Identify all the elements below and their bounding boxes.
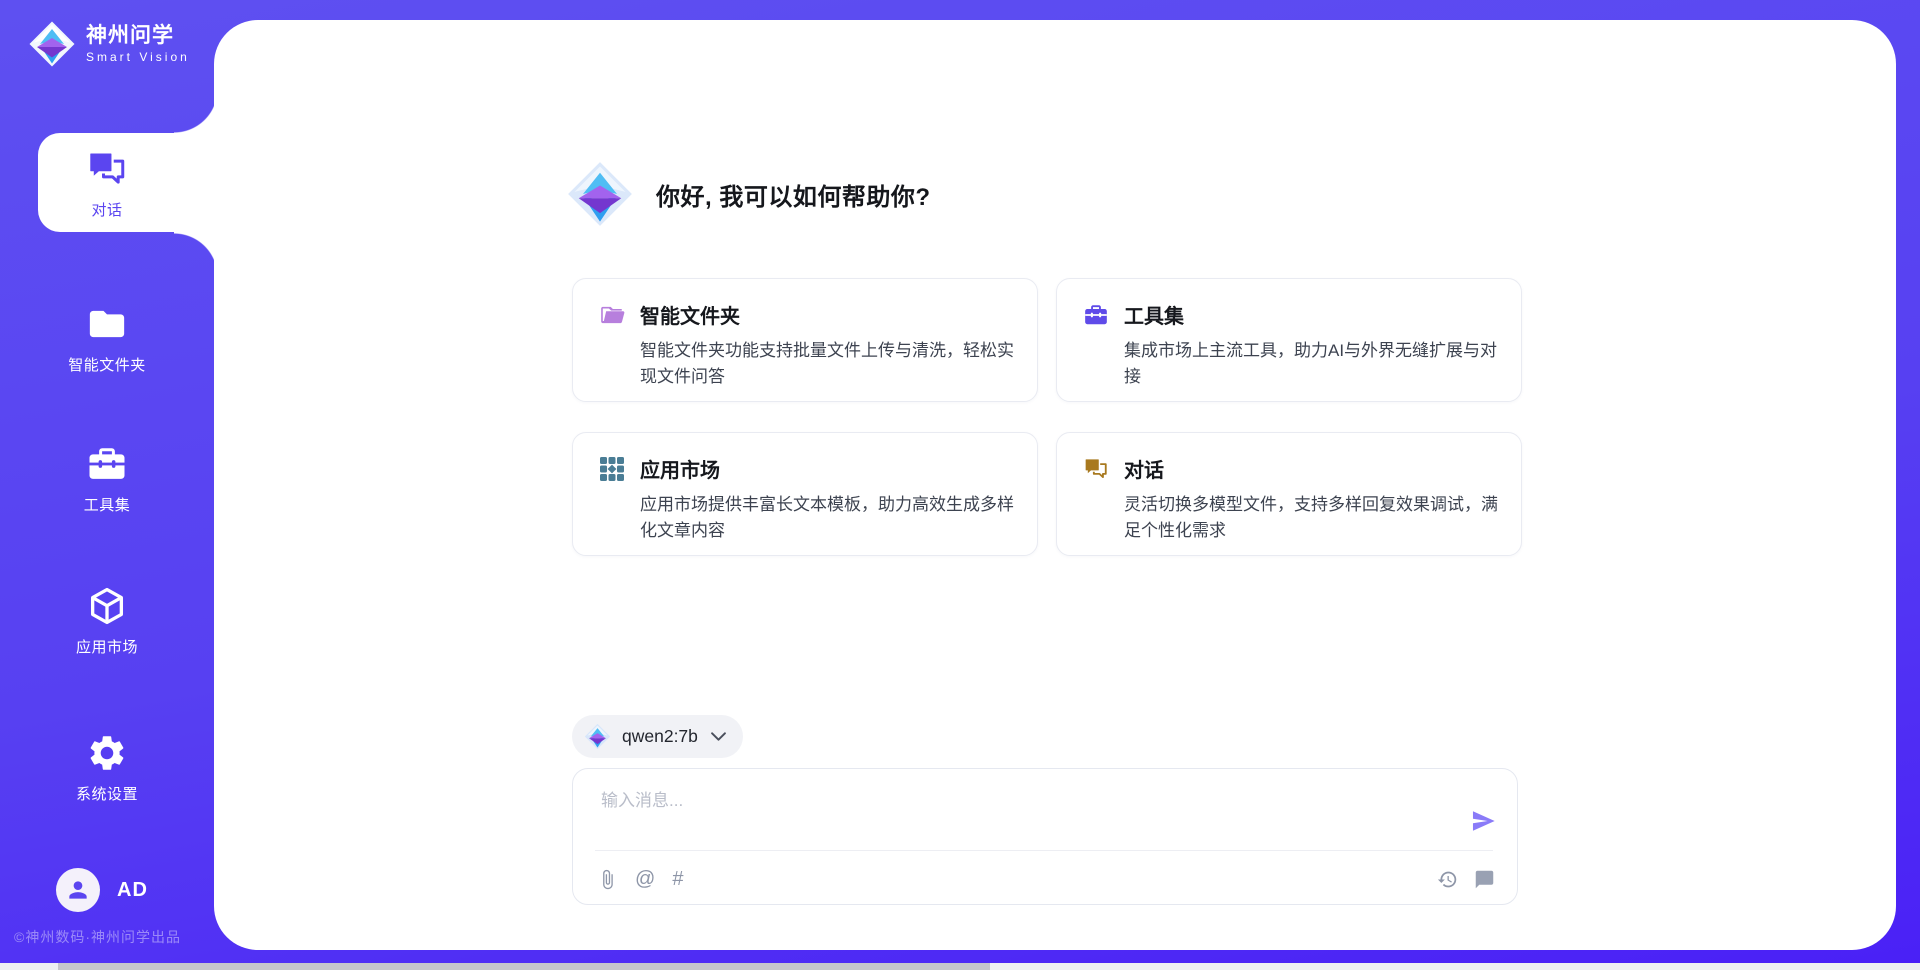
user-name: AD [117, 879, 148, 902]
composer: @ # [572, 768, 1518, 905]
card-toolset[interactable]: 工具集 集成市场上主流工具，助力AI与外界无缝扩展与对接 [1056, 278, 1522, 402]
briefcase-icon [86, 443, 128, 485]
sidebar-item-settings[interactable]: 系统设置 [0, 732, 214, 804]
person-icon [65, 877, 91, 903]
paperclip-icon[interactable] [597, 869, 618, 890]
sidebar-item-label: 对话 [91, 199, 122, 220]
model-value: qwen2:7b [622, 726, 698, 747]
folder-icon [599, 302, 625, 328]
brand-subtitle: Smart Vision [86, 50, 190, 64]
sidebar-item-toolset[interactable]: 工具集 [0, 443, 214, 515]
card-desc: 灵活切换多模型文件，支持多样回复效果调试，满足个性化需求 [1124, 492, 1502, 543]
send-icon [1469, 807, 1497, 835]
avatar [56, 868, 100, 912]
cube-icon [86, 585, 128, 627]
chat-bubbles-icon [86, 148, 128, 190]
card-desc: 集成市场上主流工具，助力AI与外界无缝扩展与对接 [1124, 338, 1502, 389]
card-title: 智能文件夹 [640, 300, 740, 329]
card-app-market[interactable]: 应用市场 应用市场提供丰富长文本模板，助力高效生成多样化文章内容 [572, 432, 1038, 556]
sidebar: 神州问学 Smart Vision 对话 智能文件夹 [0, 0, 214, 970]
gear-icon [86, 732, 128, 774]
brand-diamond-icon [584, 723, 611, 750]
send-button[interactable] [1469, 807, 1497, 835]
folder-icon [86, 303, 128, 345]
copyright-text: ©神州数码·神州问学出品 [14, 927, 181, 947]
app-root: 你好, 我可以如何帮助你? 智能文件夹 智能文件夹功能支持批量文件上传与清洗，轻… [0, 0, 1920, 970]
brand-logo: 神州问学 Smart Vision [28, 20, 190, 68]
horizontal-scrollbar-thumb[interactable] [58, 963, 990, 970]
briefcase-icon [1083, 302, 1109, 328]
sidebar-item-label: 应用市场 [76, 636, 138, 657]
app-grid-icon [599, 456, 625, 482]
greeting-title: 你好, 我可以如何帮助你? [656, 177, 931, 212]
message-input[interactable] [599, 784, 1443, 846]
card-desc: 智能文件夹功能支持批量文件上传与清洗，轻松实现文件问答 [640, 338, 1018, 389]
chevron-down-icon [711, 732, 726, 741]
card-title: 对话 [1124, 454, 1164, 483]
message-icon[interactable] [1474, 869, 1495, 890]
sidebar-item-smart-folder[interactable]: 智能文件夹 [0, 303, 214, 375]
sidebar-item-chat[interactable]: 对话 [0, 148, 214, 220]
sidebar-item-label: 工具集 [84, 494, 131, 515]
feature-cards: 智能文件夹 智能文件夹功能支持批量文件上传与清洗，轻松实现文件问答 工具集 集成… [572, 278, 1522, 556]
card-chat[interactable]: 对话 灵活切换多模型文件，支持多样回复效果调试，满足个性化需求 [1056, 432, 1522, 556]
brand-diamond-icon [28, 20, 76, 68]
model-selector[interactable]: qwen2:7b [572, 715, 743, 758]
sidebar-item-label: 系统设置 [76, 783, 138, 804]
card-smart-folder[interactable]: 智能文件夹 智能文件夹功能支持批量文件上传与清洗，轻松实现文件问答 [572, 278, 1038, 402]
card-desc: 应用市场提供丰富长文本模板，助力高效生成多样化文章内容 [640, 492, 1018, 543]
card-title: 应用市场 [640, 454, 720, 483]
main-surface: 你好, 我可以如何帮助你? 智能文件夹 智能文件夹功能支持批量文件上传与清洗，轻… [214, 20, 1896, 950]
sidebar-item-label: 智能文件夹 [68, 354, 146, 375]
horizontal-scrollbar [0, 963, 1920, 970]
composer-divider [595, 850, 1493, 851]
composer-toolbar: @ # [597, 864, 1495, 894]
sidebar-item-app-market[interactable]: 应用市场 [0, 585, 214, 657]
brand-name: 神州问学 [86, 24, 190, 47]
composer-toolbar-right [1437, 869, 1495, 890]
history-icon[interactable] [1437, 869, 1458, 890]
active-tab-curve-bottom [174, 231, 214, 277]
brand-diamond-icon [566, 160, 634, 228]
greeting: 你好, 我可以如何帮助你? [566, 160, 931, 228]
card-title: 工具集 [1124, 300, 1184, 329]
at-icon[interactable]: @ [635, 869, 655, 890]
active-tab-curve-top [174, 89, 214, 134]
chat-bubbles-icon [1083, 456, 1109, 482]
hash-icon[interactable]: # [672, 869, 683, 890]
user-profile[interactable]: AD [56, 868, 148, 912]
